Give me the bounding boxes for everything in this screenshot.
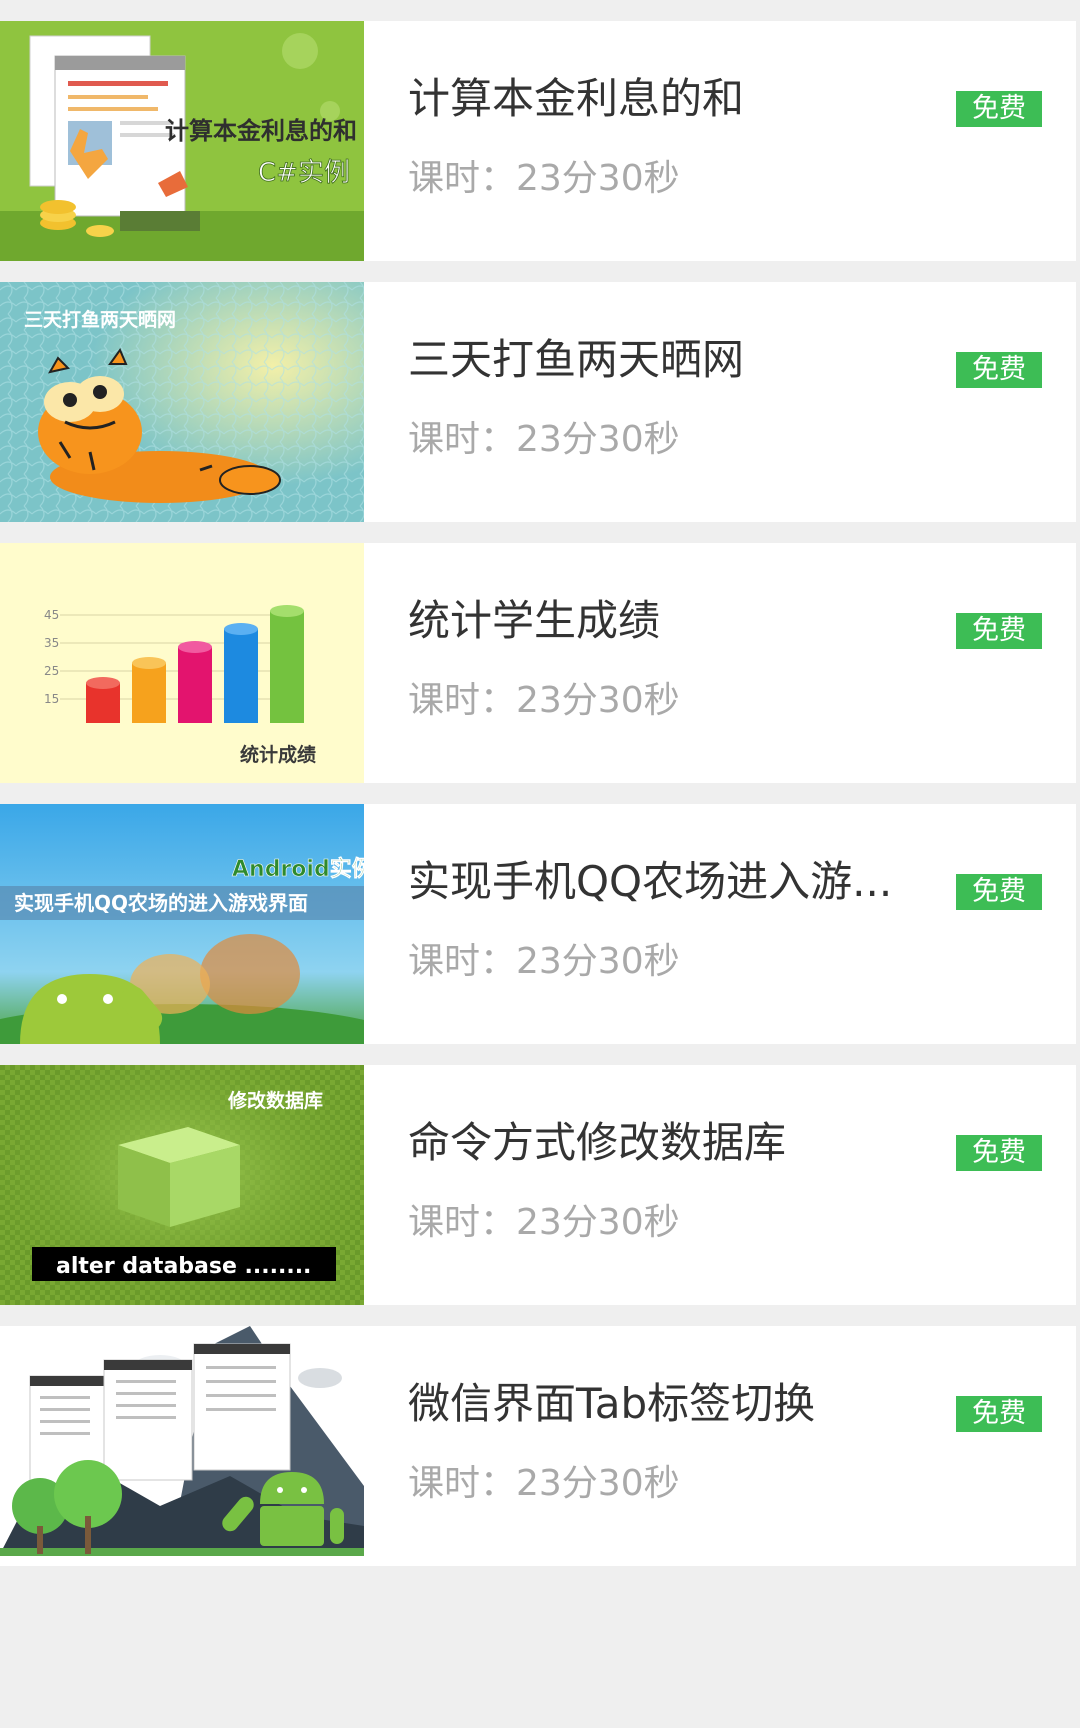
course-item[interactable]: 计算本金利息的和 C#实例 计算本金利息的和 课时：23分30秒 免费	[0, 21, 1076, 261]
thumbnail-subcaption: C#实例	[258, 158, 350, 188]
course-title[interactable]: 统计学生成绩	[408, 593, 908, 649]
course-title[interactable]: 命令方式修改数据库	[408, 1115, 908, 1171]
thumbnail-database-cube-illustration: 修改数据库 alter database ........	[0, 1065, 364, 1305]
course-thumbnail[interactable]	[0, 1326, 364, 1566]
course-duration: 课时：23分30秒	[408, 419, 680, 460]
course-title[interactable]: 微信界面Tab标签切换	[408, 1376, 908, 1432]
free-badge: 免费	[956, 352, 1042, 388]
thumbnail-interest-illustration: 计算本金利息的和 C#实例	[0, 21, 364, 261]
thumbnail-bar-chart-illustration: 45 35 25 15 统计成绩	[0, 543, 364, 783]
course-duration: 课时：23分30秒	[408, 680, 680, 721]
course-item[interactable]: 三天打鱼两天晒网 三天打鱼两天晒网 课时：23分30秒 免费	[0, 282, 1076, 522]
course-item[interactable]: 修改数据库 alter database ........ 命令方式修改数据库 …	[0, 1065, 1076, 1305]
course-title[interactable]: 计算本金利息的和	[408, 71, 908, 127]
course-thumbnail[interactable]: 45 35 25 15 统计成绩	[0, 543, 364, 783]
free-badge: 免费	[956, 613, 1042, 649]
thumbnail-caption: 计算本金利息的和	[165, 117, 357, 145]
course-thumbnail[interactable]: 修改数据库 alter database ........	[0, 1065, 364, 1305]
course-title[interactable]: 实现手机QQ农场进入游...	[408, 854, 908, 910]
course-item[interactable]: Android实例 实现手机QQ农场的进入游戏界面 实现手机QQ农场进入游...…	[0, 804, 1076, 1044]
course-item[interactable]: 45 35 25 15 统计成绩 统计学生成绩 课时：23分30秒 免费	[0, 543, 1076, 783]
thumbnail-caption: 三天打鱼两天晒网	[24, 308, 176, 331]
axis-tick-label: 45	[44, 608, 59, 622]
course-duration: 课时：23分30秒	[408, 1463, 680, 1504]
course-title[interactable]: 三天打鱼两天晒网	[408, 332, 908, 388]
thumbnail-subcaption: Android实例	[232, 856, 364, 882]
free-badge: 免费	[956, 874, 1042, 910]
course-duration: 课时：23分30秒	[408, 1202, 680, 1243]
course-duration: 课时：23分30秒	[408, 158, 680, 199]
course-thumbnail[interactable]: 三天打鱼两天晒网	[0, 282, 364, 522]
thumbnail-wechat-tab-illustration	[0, 1326, 364, 1566]
thumbnail-caption: 修改数据库	[227, 1089, 323, 1112]
thumbnail-command-text: alter database ........	[56, 1254, 311, 1279]
thumbnail-android-farm-illustration: Android实例 实现手机QQ农场的进入游戏界面	[0, 804, 364, 1044]
thumbnail-caption: 实现手机QQ农场的进入游戏界面	[14, 891, 308, 915]
axis-tick-label: 15	[44, 692, 59, 706]
course-thumbnail[interactable]: 计算本金利息的和 C#实例	[0, 21, 364, 261]
axis-tick-label: 25	[44, 664, 59, 678]
free-badge: 免费	[956, 1135, 1042, 1171]
course-duration: 课时：23分30秒	[408, 941, 680, 982]
thumbnail-garfield-illustration: 三天打鱼两天晒网	[0, 282, 364, 522]
thumbnail-caption: 统计成绩	[240, 743, 316, 766]
free-badge: 免费	[956, 91, 1042, 127]
free-badge: 免费	[956, 1396, 1042, 1432]
course-thumbnail[interactable]: Android实例 实现手机QQ农场的进入游戏界面	[0, 804, 364, 1044]
axis-tick-label: 35	[44, 636, 59, 650]
course-item[interactable]: 微信界面Tab标签切换 课时：23分30秒 免费	[0, 1326, 1076, 1566]
